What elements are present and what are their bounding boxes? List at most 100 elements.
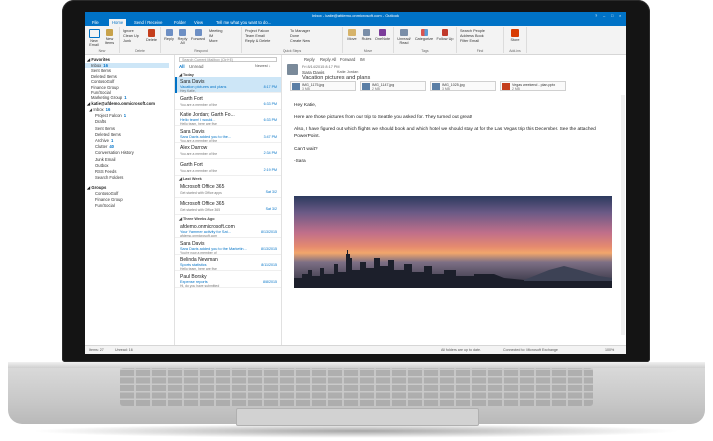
minimize-button[interactable]: –: [603, 13, 605, 18]
tab-home[interactable]: Home: [109, 19, 127, 26]
nav-folder-5[interactable]: Archive 1: [95, 138, 113, 143]
favorites-header[interactable]: ◢ Favorites: [87, 57, 110, 62]
nav-folder-6[interactable]: Clutter 40: [95, 144, 114, 149]
message-to[interactable]: Katie Jordan: [337, 70, 358, 74]
categorize-button[interactable]: Categorize: [413, 29, 435, 41]
message-row[interactable]: Garth Fort You are a member of the 6:33 PM: [175, 94, 281, 110]
nav-folder-2[interactable]: Drafts: [95, 119, 106, 124]
tab-file[interactable]: File: [89, 20, 102, 25]
message-row[interactable]: Sara Davis Vacation pictures and plans Hey…: [175, 77, 281, 93]
nav-folder-10[interactable]: RSS Feeds: [95, 169, 116, 174]
nav-group-0[interactable]: ContosoGolf: [95, 191, 118, 196]
reply-button[interactable]: Reply: [163, 29, 175, 41]
quick-step-to-manager[interactable]: To Manager: [290, 29, 310, 33]
im-button[interactable]: IM: [209, 34, 213, 38]
message-row[interactable]: Microsoft Office 365 Get started with Off…: [175, 182, 281, 198]
nav-favorite-3[interactable]: ContosoGolf: [91, 79, 114, 84]
tab-send-receive[interactable]: Send / Receive: [131, 20, 165, 25]
message-row[interactable]: Paul Borsky Expense reports Hi, do you hav…: [175, 272, 281, 288]
reading-forward-button[interactable]: Forward: [340, 57, 355, 62]
search-input[interactable]: Search Current Mailbox (Ctrl+E): [179, 57, 277, 62]
tell-me-box[interactable]: Tell me what you want to do...: [213, 20, 274, 25]
message-row[interactable]: Microsoft Office 365 Get started with Off…: [175, 199, 281, 215]
quick-step-done[interactable]: Done: [290, 34, 299, 38]
nav-folder-label: Conversation History: [95, 150, 134, 156]
nav-favorite-4[interactable]: Finance Group: [91, 85, 119, 90]
move-button[interactable]: Move: [345, 29, 359, 41]
attachment-size: 3 MB: [442, 87, 450, 91]
reading-reply-button[interactable]: Reply: [304, 57, 315, 62]
quick-step-create-new[interactable]: Create New: [290, 39, 310, 43]
quick-step-reply-delete[interactable]: Reply & Delete: [245, 39, 270, 43]
reading-pane: Reply Reply All Forward IM Fri 8/14/2015…: [282, 55, 626, 345]
reading-reply-all-button[interactable]: Reply All: [320, 57, 336, 62]
nav-folder-8[interactable]: Junk Email: [95, 157, 115, 162]
delete-button[interactable]: Delete: [145, 29, 158, 42]
message-row[interactable]: Alex Darrow You are a member of the 2:34 P…: [175, 143, 281, 159]
nav-favorite-2[interactable]: Deleted Items: [91, 74, 117, 79]
help-button[interactable]: ?: [595, 13, 597, 18]
clean-up-button[interactable]: Clean Up: [123, 34, 139, 38]
unread-read-button[interactable]: Unread/ Read: [396, 29, 412, 45]
filter-unread[interactable]: Unread: [189, 64, 203, 69]
nav-folder-0[interactable]: ◢ Inbox 16: [89, 107, 110, 112]
more-button[interactable]: More: [209, 39, 218, 43]
quick-step-project-falcon[interactable]: Project Falcon: [245, 29, 269, 33]
tab-folder[interactable]: Folder: [171, 20, 189, 25]
nav-favorite-1[interactable]: Sent Items: [91, 68, 111, 73]
nav-favorite-5[interactable]: Fun/Social: [91, 90, 111, 95]
reply-all-button[interactable]: Reply All: [176, 29, 189, 45]
status-connected: Connected to: Microsoft Exchange: [503, 348, 558, 352]
nav-folder-3[interactable]: Sent Items: [95, 126, 115, 131]
new-items-button[interactable]: New Items: [102, 29, 117, 45]
junk-button[interactable]: Junk: [123, 39, 131, 43]
account-header[interactable]: ◢ katie@afdemo.onmicrosoft.com: [87, 101, 155, 106]
new-items-label: New Items: [104, 37, 115, 45]
reading-scrollbar[interactable]: [621, 95, 625, 335]
message-row[interactable]: Sara Davis Sara Davis added you to the...…: [175, 127, 281, 143]
meeting-button[interactable]: Meeting: [209, 29, 223, 33]
ignore-button[interactable]: Ignore: [123, 29, 134, 33]
message-row[interactable]: afdemo.onmicrosoft.com Your Yammer activi…: [175, 222, 281, 238]
message-row[interactable]: Garth Fort You are a member of the 2:19 PM: [175, 160, 281, 176]
nav-favorite-0[interactable]: Inbox 16: [85, 63, 169, 68]
quick-step-team-email[interactable]: Team Email: [245, 34, 265, 38]
reply-icon: [165, 29, 173, 36]
new-email-icon: [88, 29, 100, 38]
group-last-week[interactable]: ◢ Last Week: [179, 176, 202, 181]
forward-button[interactable]: Forward: [190, 29, 206, 41]
new-email-button[interactable]: New Email: [87, 29, 101, 47]
nav-folder-9[interactable]: Outbox: [95, 163, 109, 168]
filter-all[interactable]: All: [179, 64, 185, 69]
nav-folder-7[interactable]: Conversation History: [95, 150, 134, 155]
nav-group-1[interactable]: Finance Group: [95, 197, 123, 202]
reading-im-button[interactable]: IM: [360, 57, 365, 62]
groups-header[interactable]: ◢ Groups: [87, 185, 106, 190]
message-row[interactable]: Sara Davis Sara Davis added you to the Ma…: [175, 239, 281, 255]
nav-favorite-6[interactable]: Marketing Group 1: [91, 95, 127, 100]
group-three-weeks-ago[interactable]: ◢ Three Weeks Ago: [179, 216, 215, 221]
nav-folder-4[interactable]: Deleted Items: [95, 132, 121, 137]
onenote-button[interactable]: OneNote: [374, 29, 391, 41]
maximize-button[interactable]: □: [611, 13, 613, 18]
attachment-0[interactable]: IMG_1175.jpg 3 MB: [290, 81, 356, 91]
attachment-1[interactable]: IMG_1147.jpg 2 MB: [360, 81, 426, 91]
message-row[interactable]: Katie Jordan; Garth Fo... Hello team! I w…: [175, 110, 281, 126]
nav-folder-11[interactable]: Search Folders: [95, 175, 123, 180]
store-button[interactable]: Store: [507, 29, 523, 42]
status-unread: Unread: 16: [115, 348, 133, 352]
rules-button[interactable]: Rules: [360, 29, 373, 41]
attachment-2[interactable]: IMG_1025.jpg 3 MB: [430, 81, 496, 91]
nav-folder-1[interactable]: Project Falcon 1: [95, 113, 126, 118]
filter-email-button[interactable]: Filter Email: [460, 39, 479, 43]
nav-group-2[interactable]: Fun/Social: [95, 203, 115, 208]
nav-folder-label: Sent Items: [95, 125, 116, 131]
address-book-button[interactable]: Address Book: [460, 34, 484, 38]
close-button[interactable]: ×: [619, 13, 621, 18]
follow-up-button[interactable]: Follow Up: [436, 29, 454, 41]
attachment-3[interactable]: Vegas weekend - plan.pptx 2 MB: [500, 81, 566, 91]
search-people-input[interactable]: Search People: [460, 29, 485, 33]
message-row[interactable]: Belinda Newman Sports statistics Hello tea…: [175, 255, 281, 271]
tab-view[interactable]: View: [191, 20, 206, 25]
sort-dropdown[interactable]: Newest ↓: [255, 64, 271, 68]
